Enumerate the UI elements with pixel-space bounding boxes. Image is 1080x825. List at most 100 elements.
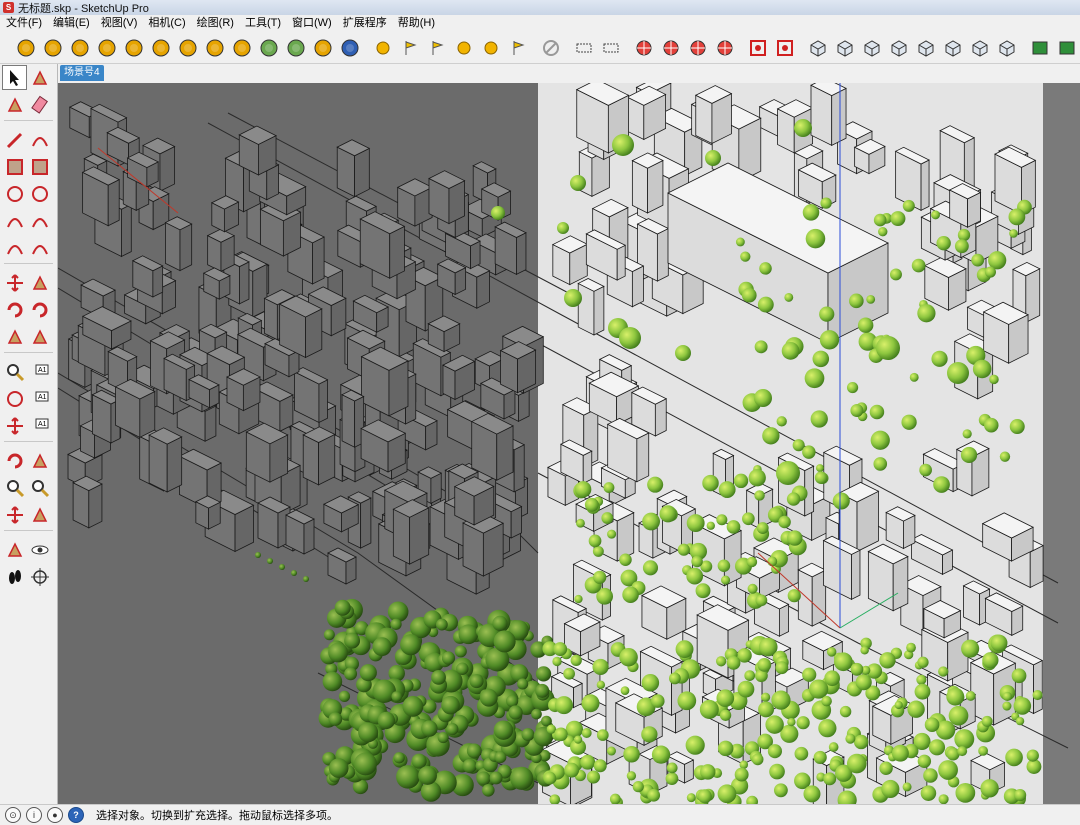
zoom-extents-icon[interactable] [2, 502, 27, 527]
help-plugin-icon[interactable] [150, 37, 172, 59]
tree [818, 719, 837, 738]
section-plane-icon[interactable] [27, 564, 52, 589]
tree [742, 512, 755, 526]
orbit-icon[interactable] [2, 448, 27, 473]
paint-bucket-icon[interactable] [2, 92, 27, 117]
component-icon[interactable] [27, 65, 52, 90]
zoom-icon[interactable] [2, 475, 27, 500]
sphere-plugin-icon[interactable] [204, 37, 226, 59]
menu-tools[interactable]: 工具(T) [239, 15, 286, 32]
menu-file[interactable]: 文件(F) [0, 15, 47, 32]
back-view-icon[interactable] [915, 37, 937, 59]
panel-red-icon[interactable] [774, 37, 796, 59]
two-point-arc-icon[interactable] [27, 208, 52, 233]
pencil-line-icon[interactable] [2, 127, 27, 152]
arc-icon[interactable] [2, 208, 27, 233]
tree [677, 691, 697, 711]
info-credits-icon[interactable]: i [26, 807, 42, 823]
tool-row [0, 207, 57, 234]
follow-me-icon[interactable] [27, 297, 52, 322]
circle-icon[interactable] [2, 181, 27, 206]
city-model-scene [58, 83, 1080, 804]
tag-plugin-icon[interactable] [42, 37, 64, 59]
rt-plugin-icon[interactable] [96, 37, 118, 59]
polygon-icon[interactable] [27, 181, 52, 206]
gear-red-icon[interactable] [747, 37, 769, 59]
sketchup-app-icon[interactable]: S [3, 2, 14, 13]
fence-plugin-icon[interactable] [231, 37, 253, 59]
scene-tab-active[interactable]: 场景号4 [60, 65, 104, 81]
push-pull-icon[interactable] [27, 270, 52, 295]
menu-draw[interactable]: 绘图(R) [191, 15, 239, 32]
three-point-arc-icon[interactable] [2, 235, 27, 260]
left-view-icon[interactable] [942, 37, 964, 59]
shadow-icon[interactable] [1029, 37, 1051, 59]
menu-help[interactable]: 帮助(H) [392, 15, 440, 32]
m-plugin-icon[interactable] [15, 37, 37, 59]
zoom-window-icon[interactable] [27, 475, 52, 500]
lamp-icon[interactable] [399, 37, 421, 59]
select-arrow-icon[interactable] [2, 65, 27, 90]
rectangle-icon[interactable] [2, 154, 27, 179]
pan-icon[interactable] [27, 448, 52, 473]
user-account-icon[interactable]: ● [47, 807, 63, 823]
tree [396, 765, 420, 789]
right-view-icon[interactable] [888, 37, 910, 59]
tree [494, 751, 507, 764]
scale-icon[interactable] [2, 324, 27, 349]
walk-icon[interactable] [2, 564, 27, 589]
target-plugin-icon[interactable] [312, 37, 334, 59]
flag2-icon[interactable] [507, 37, 529, 59]
color-wheel-icon[interactable] [660, 37, 682, 59]
no-entry-icon[interactable] [540, 37, 562, 59]
3d-viewport[interactable] [58, 83, 1080, 804]
menu-window[interactable]: 窗口(W) [286, 15, 337, 32]
position-camera-icon[interactable] [2, 537, 27, 562]
list-icon[interactable] [714, 37, 736, 59]
pie-icon[interactable] [27, 235, 52, 260]
dimension-icon[interactable]: A1 [27, 359, 52, 384]
rotated-rectangle-icon[interactable] [27, 154, 52, 179]
building-block [838, 481, 880, 553]
menu-camera[interactable]: 相机(C) [142, 15, 190, 32]
tape-measure-icon[interactable] [2, 359, 27, 384]
dot-sphere-icon[interactable] [480, 37, 502, 59]
dotted-section-icon[interactable] [600, 37, 622, 59]
offset-icon[interactable] [27, 324, 52, 349]
shaded-icon[interactable] [969, 37, 991, 59]
tree2-plugin-icon[interactable] [285, 37, 307, 59]
tree [552, 656, 562, 667]
move-icon[interactable] [2, 270, 27, 295]
tree-plugin-icon[interactable] [258, 37, 280, 59]
half-sphere-icon[interactable] [453, 37, 475, 59]
flag-icon[interactable] [426, 37, 448, 59]
tag2-plugin-icon[interactable] [177, 37, 199, 59]
star-burst-icon[interactable] [633, 37, 655, 59]
protractor-icon[interactable] [2, 386, 27, 411]
br-plugin-icon[interactable] [123, 37, 145, 59]
previous-view-icon[interactable] [27, 502, 52, 527]
menu-view[interactable]: 视图(V) [95, 15, 143, 32]
freehand-icon[interactable] [27, 127, 52, 152]
cross-grid-icon[interactable] [687, 37, 709, 59]
iso-view-icon[interactable] [807, 37, 829, 59]
look-around-icon[interactable] [27, 537, 52, 562]
axes-icon[interactable] [2, 413, 27, 438]
building-block [797, 562, 827, 627]
chart-plugin-icon[interactable] [339, 37, 361, 59]
menu-edit[interactable]: 编辑(E) [47, 15, 95, 32]
fog-icon[interactable] [1056, 37, 1078, 59]
menu-extensions[interactable]: 扩展程序 [337, 15, 392, 32]
geo-location-icon[interactable]: ⊙ [5, 807, 21, 823]
help-icon[interactable]: ? [68, 807, 84, 823]
light-bulb-icon[interactable] [372, 37, 394, 59]
section-icon[interactable] [573, 37, 595, 59]
text-label-icon[interactable]: A1 [27, 386, 52, 411]
3d-text-icon[interactable]: A1 [27, 413, 52, 438]
eraser-icon[interactable] [27, 92, 52, 117]
r-plugin-icon[interactable] [69, 37, 91, 59]
top-view-icon[interactable] [834, 37, 856, 59]
rotate-icon[interactable] [2, 297, 27, 322]
texture-icon[interactable] [996, 37, 1018, 59]
front-view-icon[interactable] [861, 37, 883, 59]
